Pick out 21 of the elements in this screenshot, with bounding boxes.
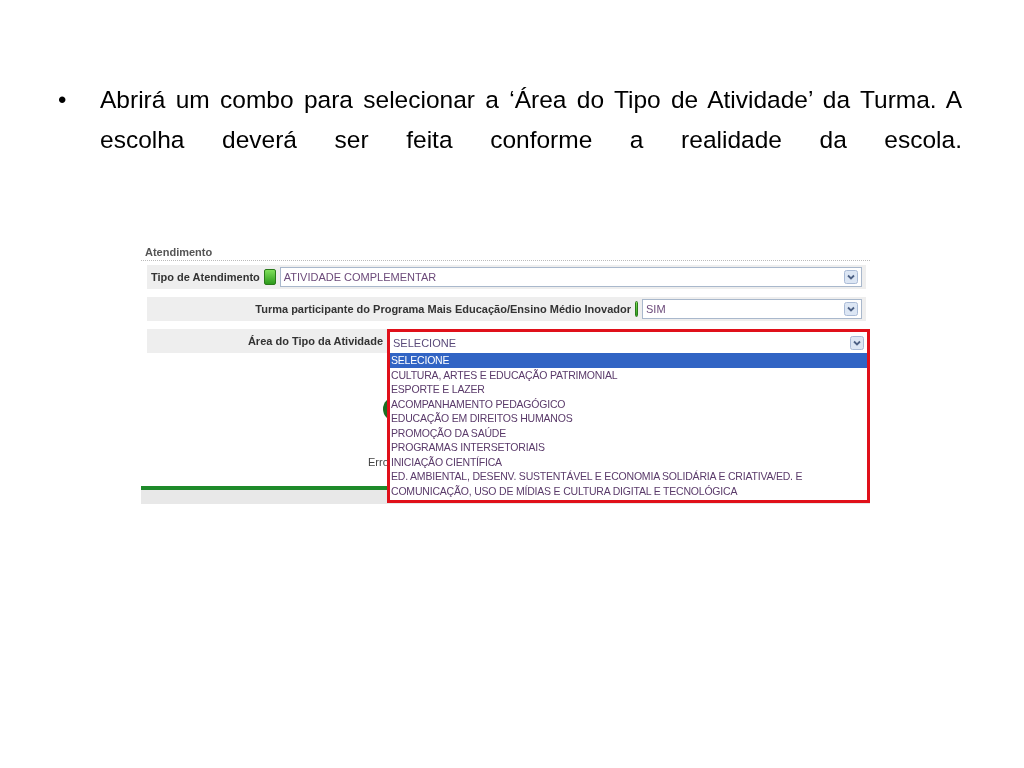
dropdown-option[interactable]: PROMOÇÃO DA SAÚDE [390,425,867,440]
select-field[interactable]: SIM [642,299,862,319]
dropdown-option[interactable]: EDUCAÇÃO EM DIREITOS HUMANOS [390,411,867,426]
bullet-mark: • [58,85,68,115]
dropdown-option[interactable]: INICIAÇÃO CIENTÍFICA [390,454,867,469]
dropdown-option[interactable]: SELECIONE [390,353,867,368]
dropdown-option[interactable]: CULTURA, ARTES E EDUCAÇÃO PATRIMONIAL [390,367,867,382]
dropdown-option[interactable]: PROGRAMAS INTERSETORIAIS [390,440,867,455]
status-icon [263,269,276,285]
field-label: Tipo de Atendimento [151,271,260,283]
select-field[interactable]: ATIVIDADE COMPLEMENTAR [279,267,862,287]
dropdown-option[interactable]: ESPORTE E LAZER [390,382,867,397]
field-label: Turma participante do Programa Mais Educação/Ensino Médio Inovador [254,303,631,315]
dropdown-option[interactable]: ACOMPANHAMENTO PEDAGÓGICO [390,396,867,411]
bullet-text: Abrirá um combo para selecionar a ‘Área do Tipo de Atividade’ da Turma. A escolha deverá ser feita conforme a realidade da escola. [100,85,962,155]
dropdown-option[interactable]: ED. AMBIENTAL, DESENV. SUSTENTÁVEL E ECONOMIA SOLIDÁRIA E CRIATIVA/ED. E [390,469,867,484]
select-field[interactable]: SELECIONE [387,329,870,353]
status-icon [635,301,638,317]
field-label: Área do Tipo da Atividade [246,335,383,347]
section-title: Atendimento [141,244,870,261]
dropdown-option[interactable]: COMUNICAÇÃO, USO DE MÍDIAS E CULTURA DIGITAL E TECNOLÓGICA [390,483,867,498]
